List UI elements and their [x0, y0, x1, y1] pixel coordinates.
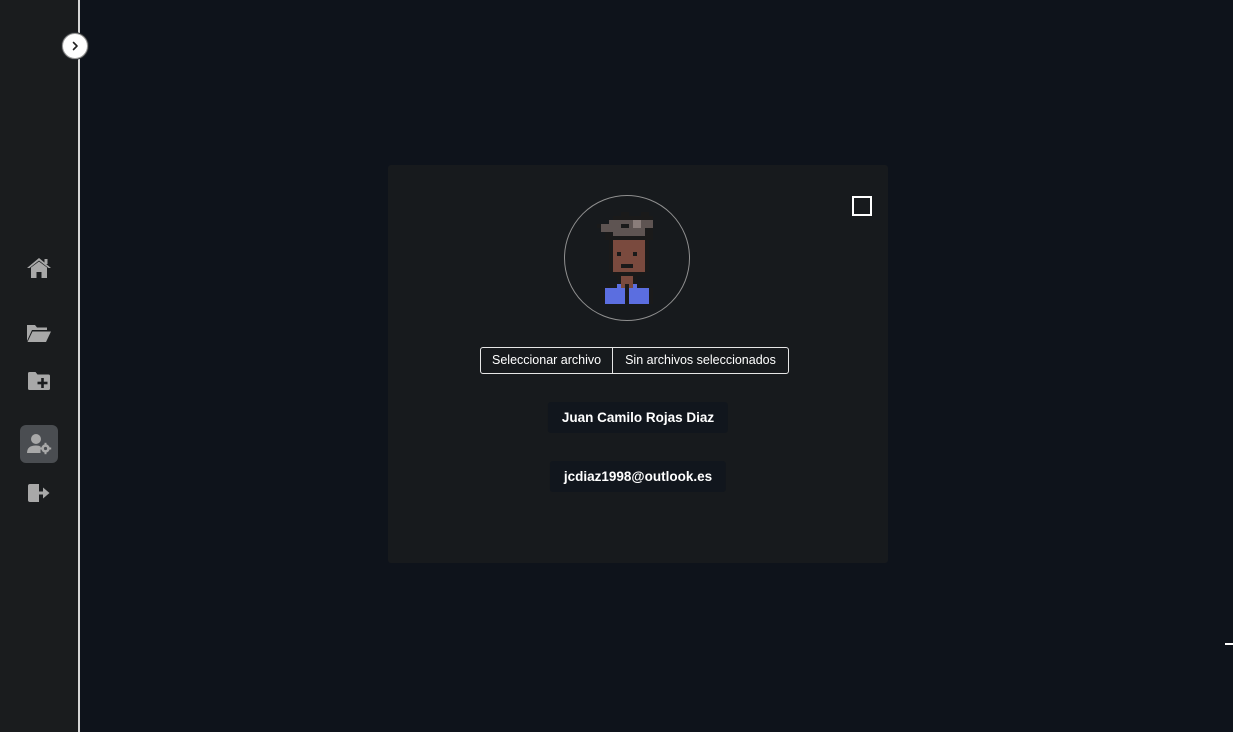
pixel-avatar-image — [597, 212, 653, 304]
user-email-display: jcdiaz1998@outlook.es — [549, 461, 727, 492]
sidebar-item-user-settings[interactable] — [20, 425, 58, 463]
file-upload-input[interactable]: Seleccionar archivo Sin archivos selecci… — [480, 347, 789, 374]
profile-card: Seleccionar archivo Sin archivos selecci… — [388, 165, 888, 563]
sidebar-item-logout[interactable] — [20, 474, 58, 512]
folder-open-icon — [27, 325, 51, 342]
chevron-right-icon — [72, 41, 78, 51]
sidebar-item-new-folder[interactable] — [20, 362, 58, 400]
home-icon — [27, 258, 51, 278]
sign-out-icon — [28, 484, 50, 502]
select-file-button[interactable]: Seleccionar archivo — [481, 348, 614, 373]
card-checkbox[interactable] — [852, 196, 872, 216]
sidebar-toggle-button[interactable] — [62, 33, 88, 59]
folder-plus-icon — [28, 372, 50, 390]
file-status-label: Sin archivos seleccionados — [625, 353, 776, 367]
sidebar-item-folders[interactable] — [20, 314, 58, 352]
avatar[interactable] — [564, 195, 690, 321]
sidebar-item-home[interactable] — [20, 249, 58, 287]
edge-marker — [1225, 643, 1233, 645]
sidebar — [0, 0, 78, 732]
user-name-display: Juan Camilo Rojas Diaz — [547, 402, 729, 433]
user-gear-icon — [27, 434, 52, 455]
sidebar-divider — [78, 0, 80, 732]
